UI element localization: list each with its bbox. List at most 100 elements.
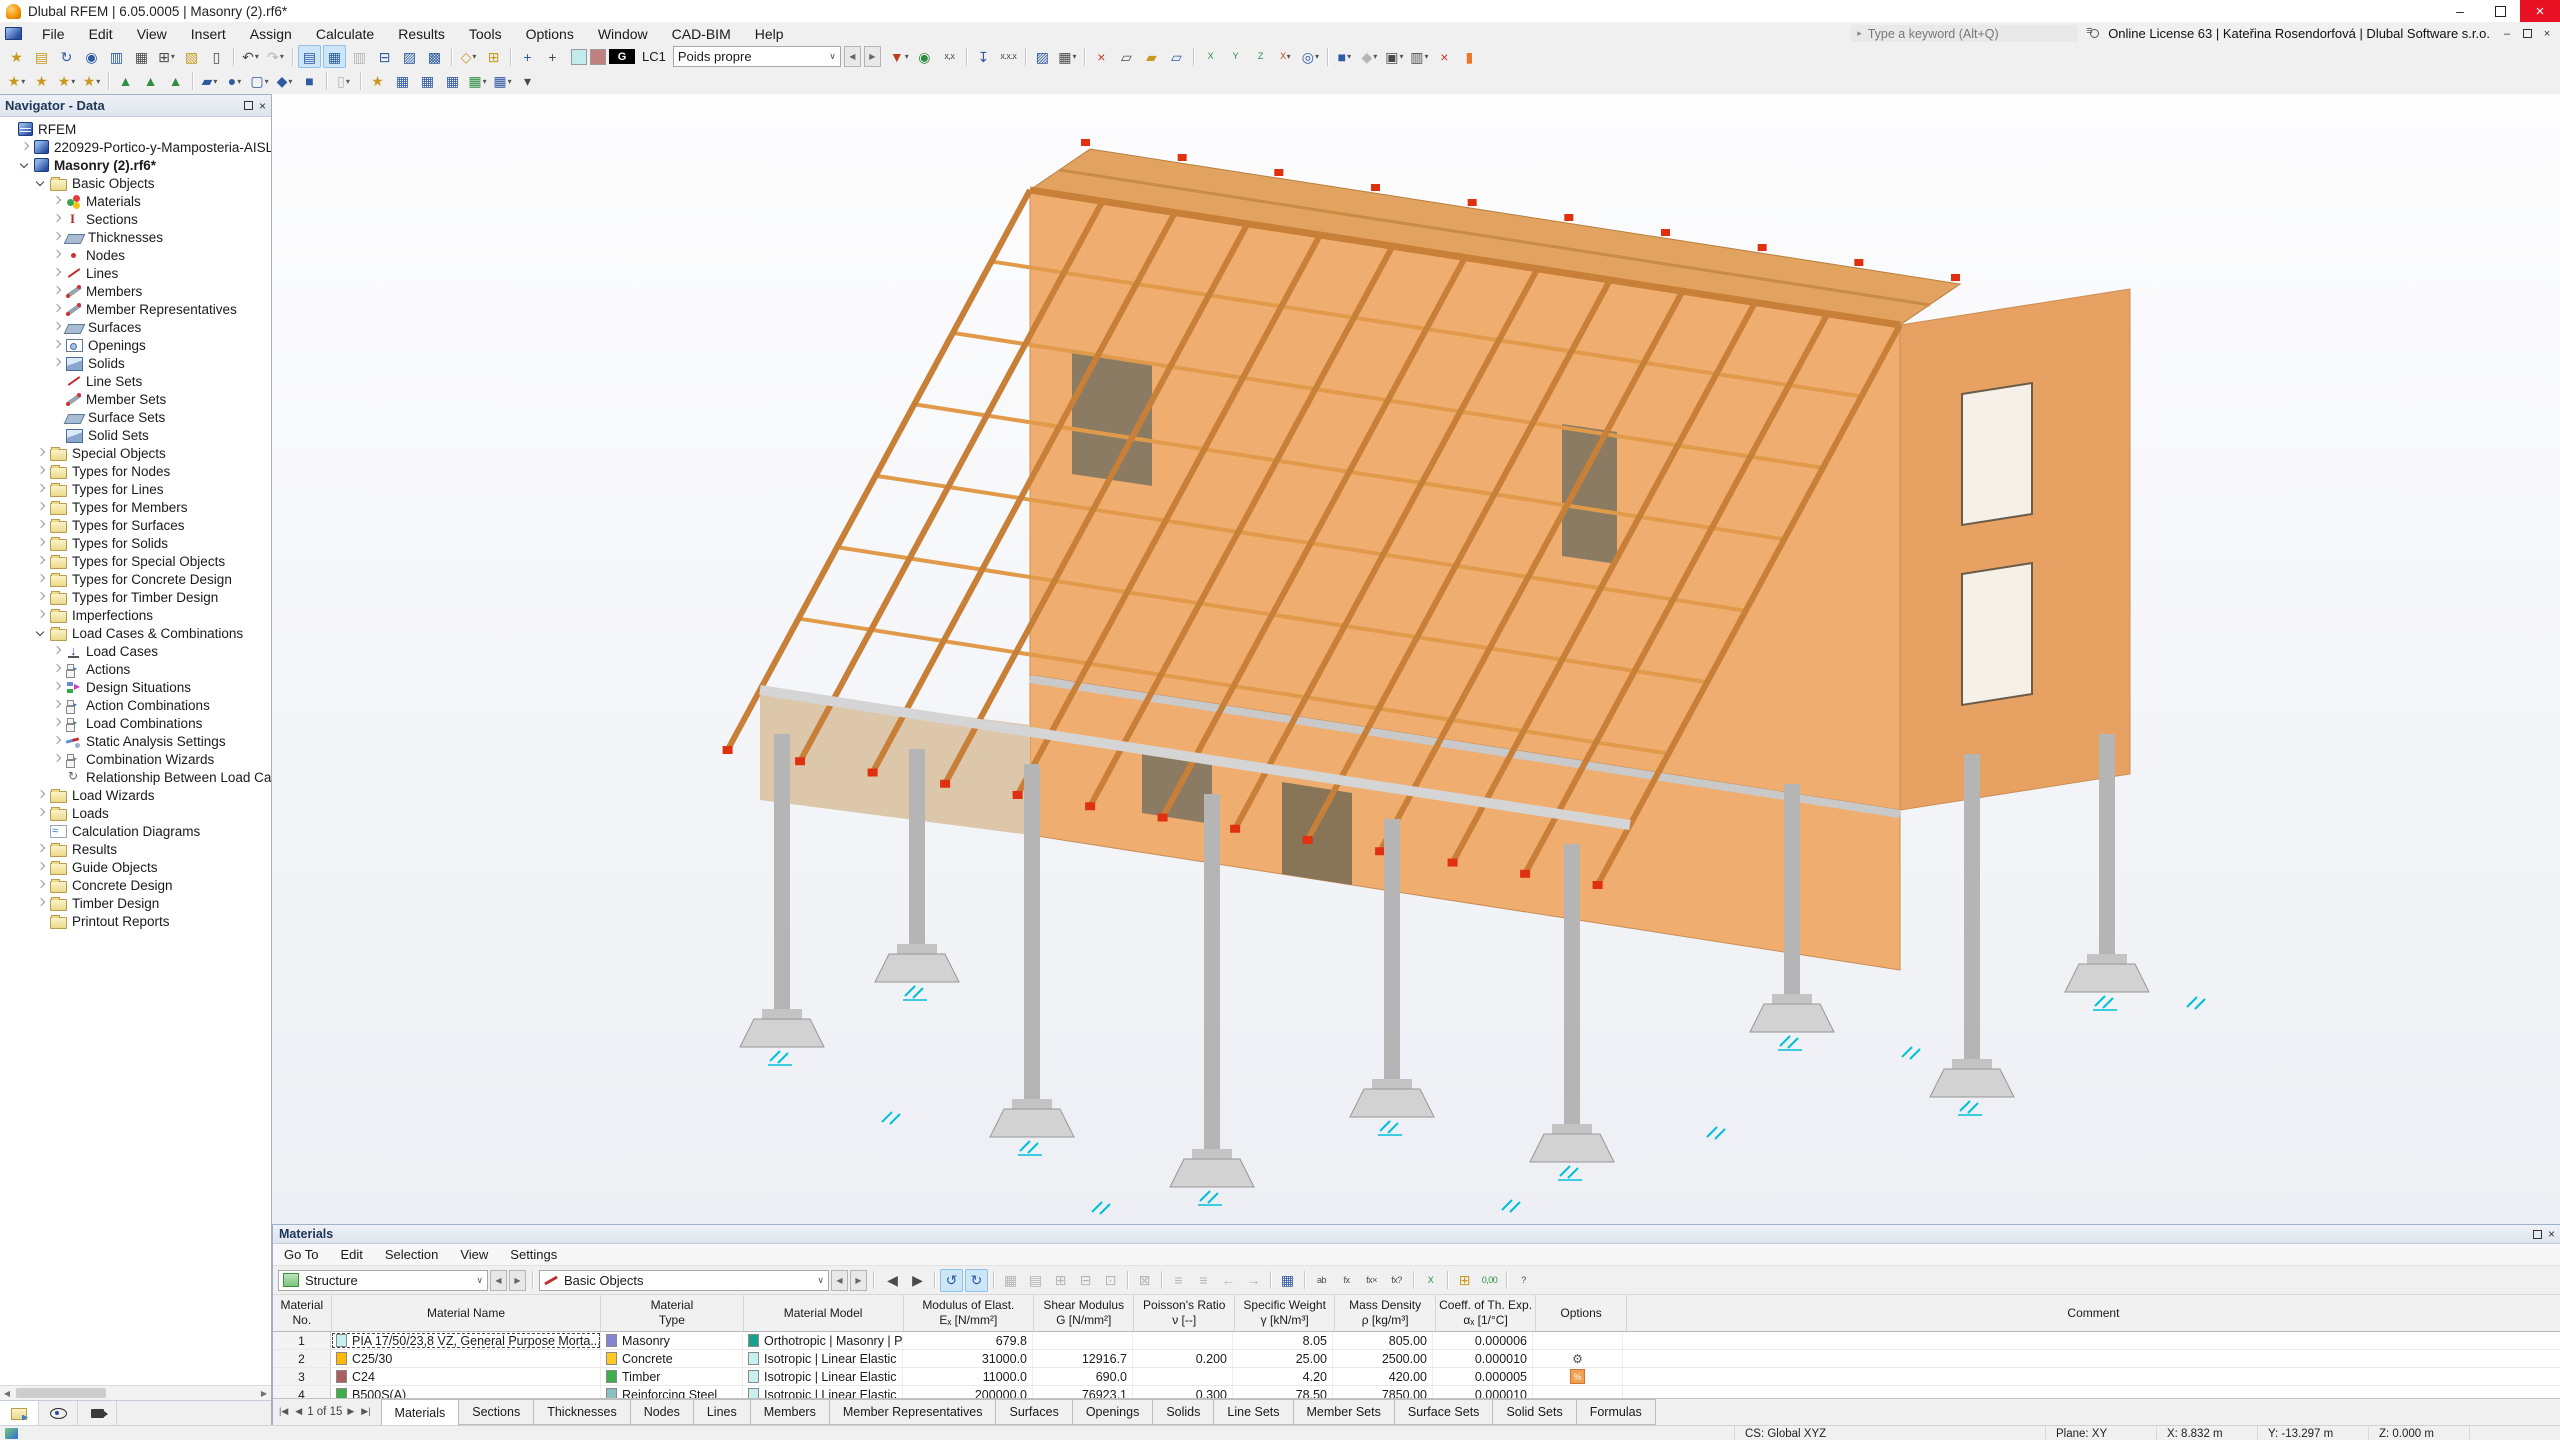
table-tab-sections[interactable]: Sections	[459, 1399, 534, 1425]
table-tab-surface-sets[interactable]: Surface Sets	[1395, 1399, 1494, 1425]
minimize-button[interactable]: –	[2440, 0, 2480, 22]
undo-icon[interactable]: ↶▾	[239, 45, 262, 68]
expander-closed-icon[interactable]	[53, 251, 61, 259]
maximize-button[interactable]	[2480, 0, 2520, 22]
expander-closed-icon[interactable]	[37, 485, 45, 493]
redo-icon[interactable]: ↷▾	[264, 45, 287, 68]
shift-left-icon[interactable]: ←	[1217, 1269, 1240, 1292]
tree-item-results[interactable]: Results	[0, 840, 271, 858]
cell-material-name[interactable]: C24	[331, 1368, 601, 1385]
new-entry-icon[interactable]: ▧	[180, 45, 203, 68]
copy-object-icon[interactable]: ▯▾	[332, 70, 355, 93]
tree-item-member-representatives[interactable]: Member Representatives	[0, 300, 271, 318]
cell-comment[interactable]	[1623, 1332, 2560, 1349]
scroll-left-icon[interactable]: ◀	[0, 1387, 14, 1399]
menu-edit[interactable]: Edit	[77, 22, 125, 45]
expander-closed-icon[interactable]	[37, 881, 45, 889]
insert-guide-right-icon[interactable]: +	[541, 45, 564, 68]
table-tab-materials[interactable]: Materials	[381, 1399, 460, 1426]
cell-kn-m[interactable]: 25.00	[1233, 1350, 1333, 1367]
cell-e-n-mm[interactable]: 200000.0	[903, 1386, 1033, 1398]
solid-section-icon[interactable]: ▱	[1165, 45, 1188, 68]
next-load-case-button[interactable]: ▶	[864, 46, 881, 67]
insert-imported-load-icon[interactable]: ▦▾	[466, 70, 489, 93]
printout-toggle-icon[interactable]: ▩	[423, 45, 446, 68]
tree-item-special-objects[interactable]: Special Objects	[0, 444, 271, 462]
scripting-toggle-icon[interactable]: ▨	[398, 45, 421, 68]
expander-closed-icon[interactable]	[37, 521, 45, 529]
table-tab-members[interactable]: Members	[751, 1399, 830, 1425]
tree-item-masonry-2-rf6[interactable]: Masonry (2).rf6*	[0, 156, 271, 174]
table-tab-line-sets[interactable]: Line Sets	[1214, 1399, 1293, 1425]
table-tab-openings[interactable]: Openings	[1073, 1399, 1154, 1425]
sync-to-graphic-icon[interactable]: ↺	[940, 1269, 963, 1292]
cell-type[interactable]: Timber	[601, 1368, 743, 1385]
tree-item-load-cases-combinations[interactable]: Load Cases & Combinations	[0, 624, 271, 642]
tree-item-printout-reports[interactable]: Printout Reports	[0, 912, 271, 930]
expander-closed-icon[interactable]	[53, 305, 61, 313]
move-xyz-icon[interactable]: X▾	[1274, 45, 1297, 68]
menu-window[interactable]: Window	[586, 22, 660, 45]
cell-kg-m[interactable]: 805.00	[1333, 1332, 1433, 1349]
materials-menu-settings[interactable]: Settings	[499, 1243, 568, 1266]
expander-closed-icon[interactable]	[37, 611, 45, 619]
navigator-tab-views[interactable]	[39, 1401, 78, 1426]
expander-closed-icon[interactable]	[53, 359, 61, 367]
cell-kg-m[interactable]: 7850.00	[1333, 1386, 1433, 1398]
lc-color-swatch-1[interactable]	[571, 49, 587, 65]
table-tab-lines[interactable]: Lines	[694, 1399, 751, 1425]
print-preview-icon[interactable]: ▥	[105, 45, 128, 68]
search-expand-arrow-icon[interactable]: ▸	[1857, 28, 1862, 39]
cell-material-name[interactable]: C25/30	[331, 1350, 601, 1367]
tree-item-calculation-diagrams[interactable]: Calculation Diagrams	[0, 822, 271, 840]
table-tab-member-sets[interactable]: Member Sets	[1294, 1399, 1395, 1425]
menu-results[interactable]: Results	[386, 22, 457, 45]
scroll-right-icon[interactable]: ▶	[257, 1387, 271, 1399]
table-split-icon[interactable]: ⊡	[1099, 1269, 1122, 1292]
visual-style-icon[interactable]: ◇▾	[457, 45, 480, 68]
next-group-button[interactable]: ▶	[509, 1270, 526, 1291]
expander-closed-icon[interactable]	[37, 449, 45, 457]
insert-line-support-icon[interactable]: ▲	[139, 70, 162, 93]
menu-insert[interactable]: Insert	[179, 22, 238, 45]
cell-comment[interactable]	[1623, 1368, 2560, 1385]
scrollbar-thumb[interactable]	[16, 1388, 106, 1398]
cell-material-model[interactable]: Isotropic | Linear Elastic	[743, 1350, 903, 1367]
first-table-button[interactable]: |◀	[277, 1406, 290, 1417]
annotation-icon[interactable]: ⊞	[482, 45, 505, 68]
select-surfaces-icon[interactable]: ◆▾	[1358, 45, 1381, 68]
cell-options[interactable]: ⚙	[1533, 1350, 1623, 1367]
display-properties-icon[interactable]: ◉	[913, 45, 936, 68]
cell-1-c[interactable]: 0.000006	[1433, 1332, 1533, 1349]
expander-closed-icon[interactable]	[37, 503, 45, 511]
load-case-combobox[interactable]: Poids propre ∨	[673, 46, 841, 67]
tree-item-relationship-between-load-cases[interactable]: Relationship Between Load Cases	[0, 768, 271, 786]
select-solids-icon[interactable]: ■▾	[1333, 45, 1356, 68]
expander-closed-icon[interactable]	[53, 683, 61, 691]
undock-panel-icon[interactable]	[244, 101, 253, 110]
cell-kg-m[interactable]: 2500.00	[1333, 1350, 1433, 1367]
material-row-3[interactable]: 3C24TimberIsotropic | Linear Elastic1100…	[273, 1368, 2560, 1386]
table-next-icon[interactable]: ▶	[906, 1269, 929, 1292]
cell-[interactable]: 0.200	[1133, 1350, 1233, 1367]
menu-help[interactable]: Help	[743, 22, 796, 45]
insert-member-icon[interactable]: ★▾	[55, 70, 78, 93]
tree-item-load-combinations[interactable]: Load Combinations	[0, 714, 271, 732]
view-mode-icon[interactable]	[5, 1428, 18, 1439]
cell-options[interactable]	[1533, 1332, 1623, 1349]
menu-file[interactable]: File	[30, 22, 77, 45]
expander-open-icon[interactable]	[37, 179, 45, 187]
undock-panel-icon[interactable]	[2533, 1230, 2542, 1239]
material-row-4[interactable]: 4B500S(A)Reinforcing SteelIsotropic | Li…	[273, 1386, 2560, 1398]
formula-delete-icon[interactable]: fx×	[1360, 1269, 1383, 1292]
tree-item-basic-objects[interactable]: Basic Objects	[0, 174, 271, 192]
tree-item-lines[interactable]: Lines	[0, 264, 271, 282]
child-minimize-button[interactable]: –	[2498, 26, 2516, 42]
materials-menu-selection[interactable]: Selection	[374, 1243, 449, 1266]
table-view-icon[interactable]: ▦	[999, 1269, 1022, 1292]
expander-closed-icon[interactable]	[37, 575, 45, 583]
next-category-button[interactable]: ▶	[850, 1270, 867, 1291]
menu-view[interactable]: View	[125, 22, 179, 45]
tree-item-openings[interactable]: Openings	[0, 336, 271, 354]
tree-item-member-sets[interactable]: Member Sets	[0, 390, 271, 408]
